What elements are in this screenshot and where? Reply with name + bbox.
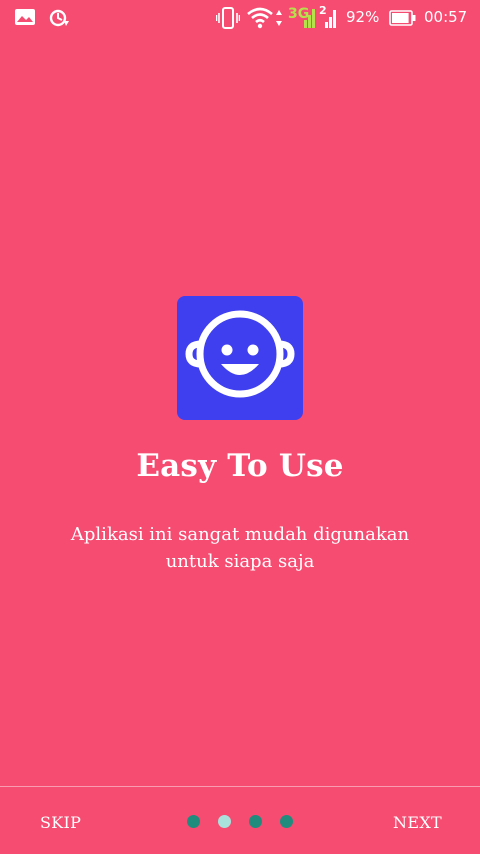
data-transfer-icon bbox=[275, 9, 283, 31]
description-line: untuk siapa saja bbox=[165, 551, 315, 572]
wifi-icon bbox=[247, 7, 273, 33]
next-button[interactable]: NEXT bbox=[393, 813, 442, 832]
smiley-face-icon bbox=[177, 296, 303, 420]
page-dot bbox=[218, 815, 231, 828]
battery-icon bbox=[389, 10, 417, 30]
onboarding-description: Aplikasi ini sangat mudah digunakan untu… bbox=[40, 521, 440, 575]
sim2-signal-icon: 2 bbox=[318, 4, 340, 36]
page-indicator bbox=[187, 815, 297, 829]
page-dot bbox=[249, 815, 262, 828]
onboarding-title: Easy To Use bbox=[136, 448, 344, 484]
sim1-network-label: 3G bbox=[288, 6, 310, 22]
gallery-notification-icon bbox=[14, 8, 36, 30]
page-dot bbox=[187, 815, 200, 828]
battery-percent: 92% bbox=[346, 8, 380, 26]
description-line: Aplikasi ini sangat mudah digunakan bbox=[70, 524, 410, 545]
status-time: 00:57 bbox=[424, 8, 468, 26]
page-dot bbox=[280, 815, 293, 828]
sync-notification-icon bbox=[48, 8, 70, 32]
footer-divider bbox=[0, 786, 480, 787]
status-bar: 3G 2 92% 00:57 bbox=[0, 0, 480, 36]
sim1-signal-icon: 3G bbox=[286, 4, 318, 36]
sim2-label: 2 bbox=[319, 4, 327, 17]
skip-button[interactable]: SKIP bbox=[40, 813, 81, 832]
vibrate-icon bbox=[215, 7, 241, 33]
